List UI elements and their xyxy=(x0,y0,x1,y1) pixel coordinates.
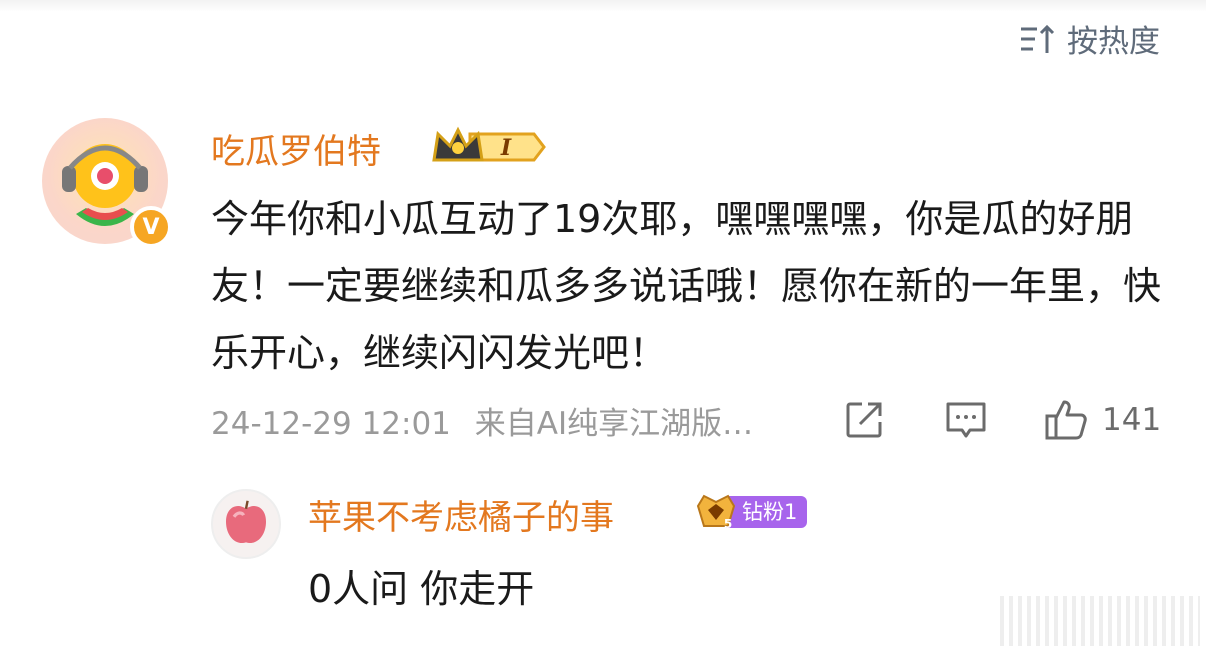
level-number: I xyxy=(500,135,512,161)
sort-button[interactable]: 按热度 xyxy=(1017,16,1160,61)
top-shadow xyxy=(0,0,1206,12)
comment-text: 今年你和小瓜互动了19次耶，嘿嘿嘿嘿，你是瓜的好朋友！一定要继续和瓜多多说话哦！… xyxy=(211,197,1162,375)
verified-badge: V xyxy=(130,206,172,248)
reply-avatar-image xyxy=(211,489,281,559)
reply-avatar[interactable] xyxy=(211,489,281,559)
watermark xyxy=(1000,596,1200,646)
comment-timestamp: 24-12-29 12:01 xyxy=(211,406,451,442)
thumbs-up-icon xyxy=(1045,400,1087,440)
diamond-fan-icon: 5 xyxy=(696,494,736,531)
like-button[interactable]: 141 xyxy=(1044,398,1161,442)
sort-icon xyxy=(1021,24,1055,53)
sort-label: 按热度 xyxy=(1067,24,1160,60)
share-icon xyxy=(846,402,882,438)
fan-badge: 5 钻粉1 xyxy=(694,494,808,531)
fan-badge-label: 钻粉1 xyxy=(726,496,808,528)
comment-icon xyxy=(946,402,986,438)
like-count: 141 xyxy=(1102,402,1162,438)
fan-badge-level: 5 xyxy=(724,517,732,531)
comment-source: 来自AI纯享江湖版… xyxy=(474,406,754,442)
comment-username[interactable]: 吃瓜罗伯特 xyxy=(211,124,381,173)
reply-button[interactable] xyxy=(944,398,988,442)
comment-meta: 24-12-29 12:01 来自AI纯享江湖版… xyxy=(211,398,753,443)
reply-username[interactable]: 苹果不考虑橘子的事 xyxy=(308,490,614,539)
reply-text: 0人问 你走开 xyxy=(308,567,535,611)
level-crown-badge: I xyxy=(432,126,546,162)
share-button[interactable] xyxy=(842,398,886,442)
avatar[interactable]: V xyxy=(42,118,172,248)
